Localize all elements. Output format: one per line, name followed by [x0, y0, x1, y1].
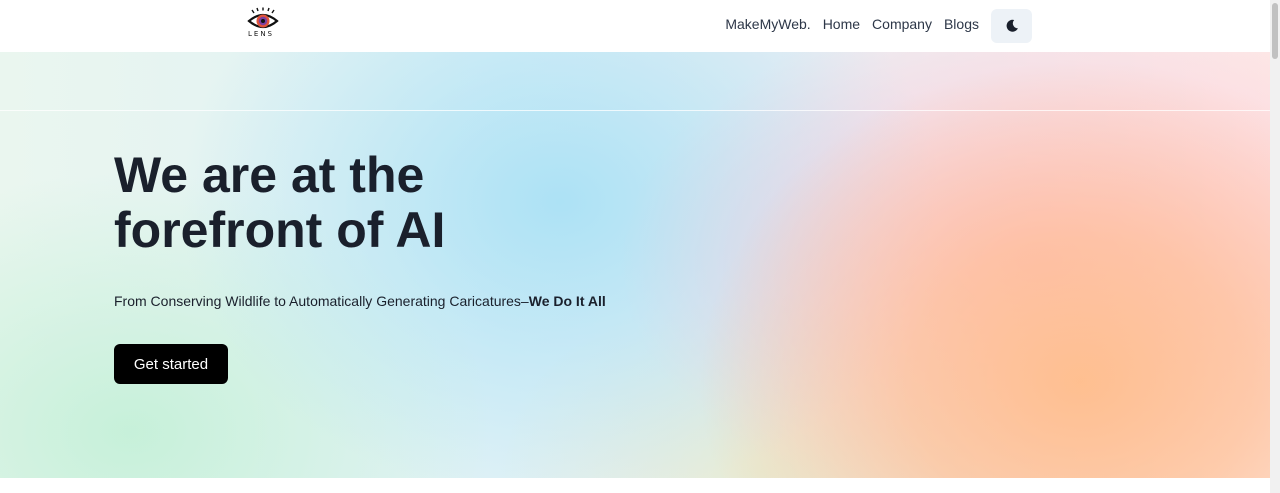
navbar: LENS MakeMyWeb. Home Company Blogs — [0, 0, 1270, 52]
get-started-button[interactable]: Get started — [114, 344, 228, 384]
hero-subtitle-lead: From Conserving Wildlife to Automaticall… — [114, 293, 529, 309]
nav-item-home[interactable]: Home — [823, 16, 860, 32]
page-scrollbar[interactable] — [1270, 0, 1280, 493]
hero-subtitle: From Conserving Wildlife to Automaticall… — [114, 293, 606, 309]
scrollbar-thumb[interactable] — [1272, 3, 1278, 59]
nav-item-blogs[interactable]: Blogs — [944, 16, 979, 32]
nav-item-company[interactable]: Company — [872, 16, 932, 32]
hero-title: We are at the forefront of AI — [114, 147, 446, 258]
hero-divider — [0, 110, 1270, 111]
nav-item-makemyweb[interactable]: MakeMyWeb. — [725, 16, 810, 32]
hero-section: We are at the forefront of AI From Conse… — [0, 52, 1270, 478]
hero-subtitle-emphasis: We Do It All — [528, 293, 606, 309]
moon-icon — [1006, 19, 1018, 32]
logo-wordmark: LENS — [248, 30, 275, 38]
nav-links: MakeMyWeb. Home Company Blogs — [725, 16, 979, 32]
theme-toggle-button[interactable] — [991, 9, 1032, 43]
